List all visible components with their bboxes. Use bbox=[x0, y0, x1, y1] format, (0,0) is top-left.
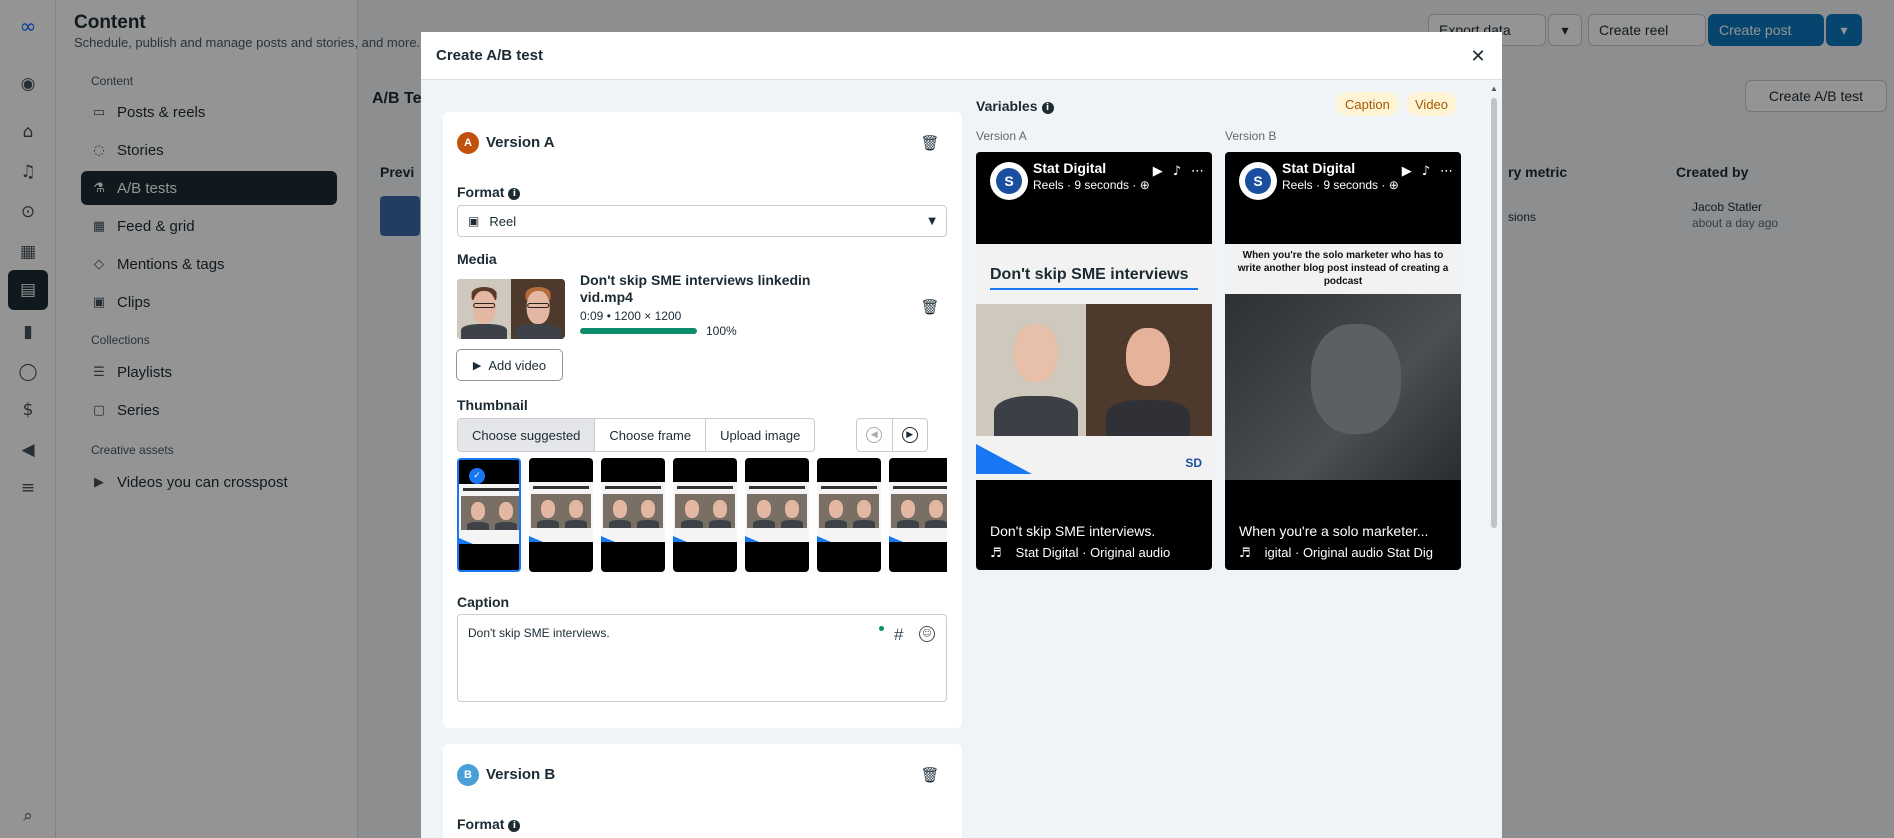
variable-pill-video: Video bbox=[1406, 92, 1458, 116]
media-label: Media bbox=[457, 251, 497, 267]
format-label: Format i bbox=[457, 184, 521, 200]
preview-a-headline: Don't skip SME interviews bbox=[990, 266, 1189, 283]
info-icon[interactable]: i bbox=[1041, 102, 1054, 114]
media-thumbnail bbox=[457, 279, 565, 339]
thumbnail-option[interactable] bbox=[745, 458, 809, 572]
thumbnail-nav: ◀ ▶ bbox=[856, 418, 928, 452]
preview-b-label: Version B bbox=[1225, 129, 1277, 143]
caption-text: Don't skip SME interviews. bbox=[468, 626, 610, 640]
page-avatar: S bbox=[1239, 162, 1277, 200]
audio-wave-icon: ♬ bbox=[1239, 546, 1251, 561]
thumbnail-option[interactable] bbox=[529, 458, 593, 572]
create-ab-test-modal: Create A/B test ✕ A Version A 🗑 Format i … bbox=[421, 32, 1502, 838]
preview-a-caption: Don't skip SME interviews. bbox=[990, 523, 1156, 539]
info-icon[interactable]: i bbox=[508, 820, 521, 832]
status-dot-icon bbox=[879, 626, 884, 631]
preview-a-label: Version A bbox=[976, 129, 1027, 143]
caption-label: Caption bbox=[457, 594, 510, 610]
prev-icon[interactable]: ◀ bbox=[857, 419, 893, 451]
play-icon[interactable]: ▶ bbox=[1402, 164, 1412, 179]
version-b-badge: B bbox=[457, 764, 479, 786]
preview-b-audio: ♬ igital · Original audio Stat Dig bbox=[1239, 545, 1434, 561]
next-icon[interactable]: ▶ bbox=[893, 419, 928, 451]
volume-icon[interactable]: ♪ bbox=[1173, 164, 1181, 179]
format-select[interactable]: ▣ Reel ▼ bbox=[457, 205, 947, 237]
thumbnail-tabs: Choose suggested Choose frame Upload ima… bbox=[457, 418, 816, 452]
thumbnail-option[interactable] bbox=[889, 458, 947, 572]
page-avatar: S bbox=[990, 162, 1028, 200]
version-a-card: A Version A 🗑 Format i ▣ Reel ▼ Media Don… bbox=[443, 112, 962, 728]
check-icon: ✓ bbox=[469, 468, 485, 484]
upload-progress-bar bbox=[580, 328, 697, 334]
format-label: Format i bbox=[457, 816, 521, 832]
page-name: Stat Digital bbox=[1282, 160, 1356, 176]
globe-icon: ⊕ bbox=[1139, 178, 1150, 192]
thumbnail-option[interactable] bbox=[817, 458, 881, 572]
thumbnail-strip: ✓ bbox=[457, 458, 947, 574]
media-file-name: Don't skip SME interviews linkedin vid.m… bbox=[580, 272, 811, 305]
page-meta: Reels · 9 seconds · ⊕ bbox=[1033, 178, 1150, 192]
page-name: Stat Digital bbox=[1033, 160, 1107, 176]
preview-b-phone: S Stat Digital Reels · 9 seconds · ⊕ ▶ ♪ ⋯… bbox=[1225, 152, 1461, 570]
trash-icon[interactable]: 🗑 bbox=[920, 134, 939, 152]
emoji-icon[interactable]: ☺ bbox=[919, 626, 935, 642]
tab-choose-frame[interactable]: Choose frame bbox=[595, 419, 707, 451]
modal-scrollbar[interactable]: ▲ bbox=[1490, 84, 1498, 838]
info-icon[interactable]: i bbox=[508, 188, 521, 200]
add-video-button[interactable]: ▶ Add video bbox=[456, 349, 563, 381]
preview-b-video: When you're the solo marketer who has to… bbox=[1225, 244, 1461, 480]
page-meta: Reels · 9 seconds · ⊕ bbox=[1282, 178, 1399, 192]
preview-a-audio: ♬ Stat Digital · Original audio bbox=[990, 545, 1171, 561]
variable-pill-caption: Caption bbox=[1336, 92, 1399, 116]
upload-percent: 100% bbox=[706, 324, 737, 338]
variables-title: Variables i bbox=[976, 98, 1054, 114]
thumbnail-option[interactable]: ✓ bbox=[457, 458, 521, 572]
audio-wave-icon: ♬ bbox=[990, 546, 1002, 561]
preview-b-overlay-text: When you're the solo marketer who has to… bbox=[1225, 244, 1461, 294]
more-icon[interactable]: ⋯ bbox=[1191, 164, 1204, 179]
close-icon[interactable]: ✕ bbox=[1466, 44, 1490, 68]
thumbnail-option[interactable] bbox=[673, 458, 737, 572]
version-a-badge: A bbox=[457, 132, 479, 154]
hashtag-icon[interactable]: # bbox=[894, 625, 903, 645]
modal-title: Create A/B test bbox=[436, 47, 543, 64]
chevron-down-icon: ▼ bbox=[928, 215, 936, 227]
trash-icon[interactable]: 🗑 bbox=[920, 298, 939, 316]
reel-icon: ▣ bbox=[468, 214, 480, 228]
brand-logo-icon: SD bbox=[1185, 456, 1202, 470]
video-icon: ▶ bbox=[472, 358, 482, 372]
globe-icon: ⊕ bbox=[1388, 178, 1399, 192]
volume-icon[interactable]: ♪ bbox=[1422, 164, 1430, 179]
preview-a-video: Don't skip SME interviews SD bbox=[976, 244, 1212, 480]
preview-a-phone: S Stat Digital Reels · 9 seconds · ⊕ ▶ ♪ ⋯… bbox=[976, 152, 1212, 570]
version-b-card: B Version B 🗑 Format i bbox=[443, 744, 962, 838]
preview-b-caption: When you're a solo marketer... bbox=[1239, 523, 1429, 539]
trash-icon[interactable]: 🗑 bbox=[920, 766, 939, 784]
media-file-meta: 0:09 • 1200 × 1200 bbox=[580, 309, 682, 323]
thumbnail-option[interactable] bbox=[601, 458, 665, 572]
version-a-title: Version A bbox=[486, 134, 555, 151]
play-icon[interactable]: ▶ bbox=[1153, 164, 1163, 179]
caption-input[interactable]: Don't skip SME interviews. # ☺ bbox=[457, 614, 947, 702]
tab-choose-suggested[interactable]: Choose suggested bbox=[458, 419, 596, 451]
more-icon[interactable]: ⋯ bbox=[1440, 164, 1453, 179]
thumbnail-label: Thumbnail bbox=[457, 397, 528, 413]
modal-header: Create A/B test ✕ bbox=[421, 32, 1502, 80]
version-b-title: Version B bbox=[486, 766, 556, 783]
tab-upload-image[interactable]: Upload image bbox=[706, 419, 814, 451]
